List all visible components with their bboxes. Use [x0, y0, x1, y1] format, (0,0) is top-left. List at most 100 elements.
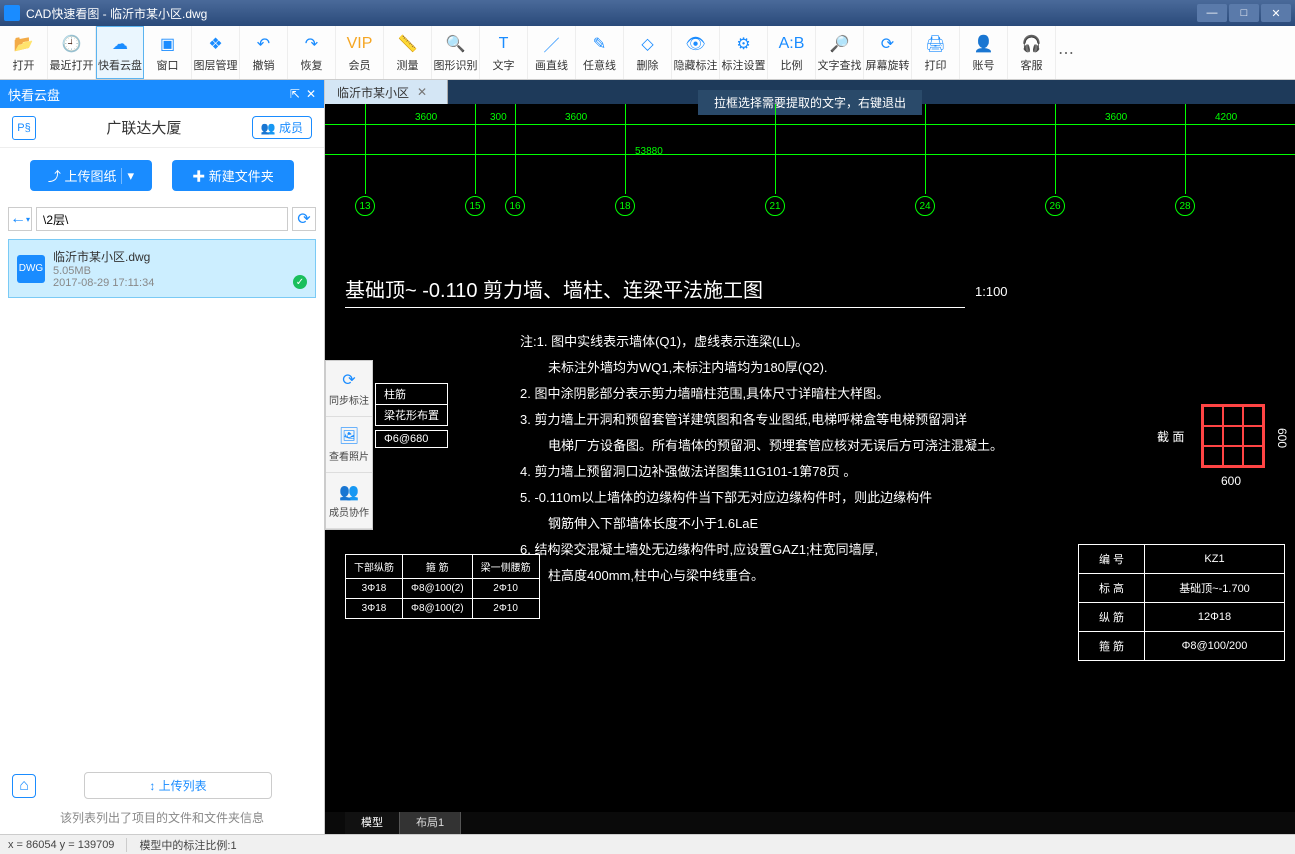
note-line: 柱高度400mm,柱中心与梁中线重合。	[520, 563, 1040, 589]
note-line: 钢筋伸入下部墙体长度不小于1.6LaE	[520, 511, 1040, 537]
minimize-button[interactable]: —	[1197, 4, 1227, 22]
toolbar-icon: ▣	[157, 33, 179, 55]
toolbar-icon: 🔍	[445, 33, 467, 55]
members-button[interactable]: 👥 成员	[252, 116, 312, 139]
tab-close-icon[interactable]: ✕	[417, 85, 427, 99]
toolbar-客服[interactable]: 🎧客服	[1008, 26, 1056, 79]
axis-bubble: 28	[1175, 196, 1195, 216]
toolbar-icon: 🔎	[829, 33, 851, 55]
maximize-button[interactable]: □	[1229, 4, 1259, 22]
main-toolbar: 📂打开🕘最近打开☁快看云盘▣窗口❖图层管理↶撤销↷恢复VIP会员📏测量🔍图形识别…	[0, 26, 1295, 80]
toolbar-icon: 👁	[685, 33, 707, 55]
toolbar-窗口[interactable]: ▣窗口	[144, 26, 192, 79]
total-dimension: 53880	[635, 146, 663, 157]
scale-status: 模型中的标注比例:1	[139, 837, 236, 853]
toolbar-icon: T	[493, 33, 515, 55]
company-logo-icon: P§	[12, 116, 36, 140]
toolbar-比例[interactable]: A:B比例	[768, 26, 816, 79]
axis-bubble: 16	[505, 196, 525, 216]
toolbar-文字[interactable]: T文字	[480, 26, 528, 79]
toolbar-icon: 🕘	[61, 33, 83, 55]
toolbar-icon: ↶	[253, 33, 275, 55]
toolbar-打开[interactable]: 📂打开	[0, 26, 48, 79]
dimension: 3600	[1105, 112, 1127, 123]
title-bar: CAD快速看图 - 临沂市某小区.dwg — □ ✕	[0, 0, 1295, 26]
note-line: 5. -0.110m以上墙体的边缘构件当下部无对应边缘构件时，则此边缘构件	[520, 485, 1040, 511]
axis-bubble: 24	[915, 196, 935, 216]
view-tabs: 模型 布局1	[325, 812, 1295, 834]
toolbar-icon: VIP	[349, 33, 371, 55]
toolbar-画直线[interactable]: ／画直线	[528, 26, 576, 79]
synced-icon: ✓	[293, 275, 307, 289]
home-button[interactable]: ⌂	[12, 774, 36, 798]
toolbar-删除[interactable]: ◇删除	[624, 26, 672, 79]
file-date: 2017-08-29 17:11:34	[53, 277, 154, 289]
toolbar-打印[interactable]: 🖨打印	[912, 26, 960, 79]
company-name: 广联达大厦	[36, 117, 252, 138]
toolbar-icon: ☁	[109, 33, 131, 55]
back-button[interactable]: ←▾	[8, 207, 32, 231]
tab-layout[interactable]: 布局1	[400, 812, 461, 834]
axis-bubble: 18	[615, 196, 635, 216]
toolbar-会员[interactable]: VIP会员	[336, 26, 384, 79]
toolbar-快看云盘[interactable]: ☁快看云盘	[96, 26, 144, 79]
upload-list-button[interactable]: ↕ 上传列表	[84, 772, 272, 799]
toolbar-icon: 📂	[13, 33, 35, 55]
toolbar-icon: 🖨	[925, 33, 947, 55]
toolbar-隐藏标注[interactable]: 👁隐藏标注	[672, 26, 720, 79]
pin-icon[interactable]: ⇱	[290, 87, 300, 101]
partial-table: 柱筋 梁花形布置 Φ6@680	[375, 384, 448, 448]
document-tab[interactable]: 临沂市某小区 ✕	[325, 80, 448, 104]
dropdown-icon[interactable]: ▾	[121, 168, 135, 184]
panel-close-icon[interactable]: ✕	[306, 87, 316, 101]
axis-bubble: 15	[465, 196, 485, 216]
toolbar-恢复[interactable]: ↷恢复	[288, 26, 336, 79]
coordinates: x = 86054 y = 139709	[8, 839, 114, 851]
cad-drawing: 13151618212426283600300360036004200 5388…	[325, 104, 1295, 810]
new-folder-button[interactable]: ✚ 新建文件夹	[172, 160, 294, 191]
rebar-table: 下部纵筋箍 筋梁一侧腰筋3Φ18Φ8@100(2)2Φ103Φ18Φ8@100(…	[345, 554, 540, 619]
toolbar-icon: ⟳	[877, 33, 899, 55]
tab-label: 临沂市某小区	[337, 84, 409, 101]
note-line: 未标注外墙均为WQ1,未标注内墙均为180厚(Q2).	[520, 355, 1040, 381]
note-line: 3. 剪力墙上开洞和预留套管详建筑图和各专业图纸,电梯呼梯盒等电梯预留洞详	[520, 407, 1040, 433]
drawing-notes: 注:1. 图中实线表示墙体(Q1)，虚线表示连梁(LL)。未标注外墙均为WQ1,…	[520, 329, 1040, 589]
column-table: 编 号KZ1标 高基础顶~-1.700纵 筋12Φ18箍 筋Φ8@100/200	[1078, 544, 1285, 661]
toolbar-账号[interactable]: 👤账号	[960, 26, 1008, 79]
toolbar-任意线[interactable]: ✎任意线	[576, 26, 624, 79]
note-line: 4. 剪力墙上预留洞口边补强做法详图集11G101-1第78页 。	[520, 459, 1040, 485]
dwg-file-icon: DWG	[17, 255, 45, 283]
toolbar-icon: ✎	[589, 33, 611, 55]
note-line: 6. 结构梁交混凝土墙处无边缘构件时,应设置GAZ1;柱宽同墙厚,	[520, 537, 1040, 563]
axis-bubble: 26	[1045, 196, 1065, 216]
close-button[interactable]: ✕	[1261, 4, 1291, 22]
toolbar-文字查找[interactable]: 🔎文字查找	[816, 26, 864, 79]
tab-model[interactable]: 模型	[345, 812, 400, 834]
toolbar-icon: ⚙	[733, 33, 755, 55]
drawing-title: 基础顶~ -0.110 剪力墙、墙柱、连梁平法施工图	[345, 274, 965, 308]
toolbar-图层管理[interactable]: ❖图层管理	[192, 26, 240, 79]
toolbar-最近打开[interactable]: 🕘最近打开	[48, 26, 96, 79]
refresh-button[interactable]: ⟳	[292, 207, 316, 231]
toolbar-测量[interactable]: 📏测量	[384, 26, 432, 79]
toolbar-icon: ／	[541, 33, 563, 55]
toolbar-标注设置[interactable]: ⚙标注设置	[720, 26, 768, 79]
file-item[interactable]: DWG 临沂市某小区.dwg 5.05MB 2017-08-29 17:11:3…	[8, 239, 316, 298]
cloud-panel: 快看云盘 ⇱ ✕ P§ 广联达大厦 👥 成员 ⤴ 上传图纸 ▾ ✚ 新建文件夹 …	[0, 80, 325, 834]
toolbar-屏幕旋转[interactable]: ⟳屏幕旋转	[864, 26, 912, 79]
file-size: 5.05MB	[53, 265, 154, 277]
toolbar-icon: A:B	[781, 33, 803, 55]
dimension: 3600	[415, 112, 437, 123]
dimension: 3600	[565, 112, 587, 123]
upload-button[interactable]: ⤴ 上传图纸 ▾	[30, 160, 152, 191]
toolbar-撤销[interactable]: ↶撤销	[240, 26, 288, 79]
toolbar-more[interactable]: ⋯	[1056, 26, 1076, 79]
toolbar-icon: ❖	[205, 33, 227, 55]
file-name: 临沂市某小区.dwg	[53, 248, 154, 265]
canvas-area[interactable]: 临沂市某小区 ✕ 拉框选择需要提取的文字，右键退出 ⟳同步标注🖼查看照片👥成员协…	[325, 80, 1295, 834]
window-title: CAD快速看图 - 临沂市某小区.dwg	[26, 5, 207, 22]
toolbar-icon: 🎧	[1021, 33, 1043, 55]
path-input[interactable]	[36, 207, 288, 231]
toolbar-图形识别[interactable]: 🔍图形识别	[432, 26, 480, 79]
toolbar-icon: 📏	[397, 33, 419, 55]
